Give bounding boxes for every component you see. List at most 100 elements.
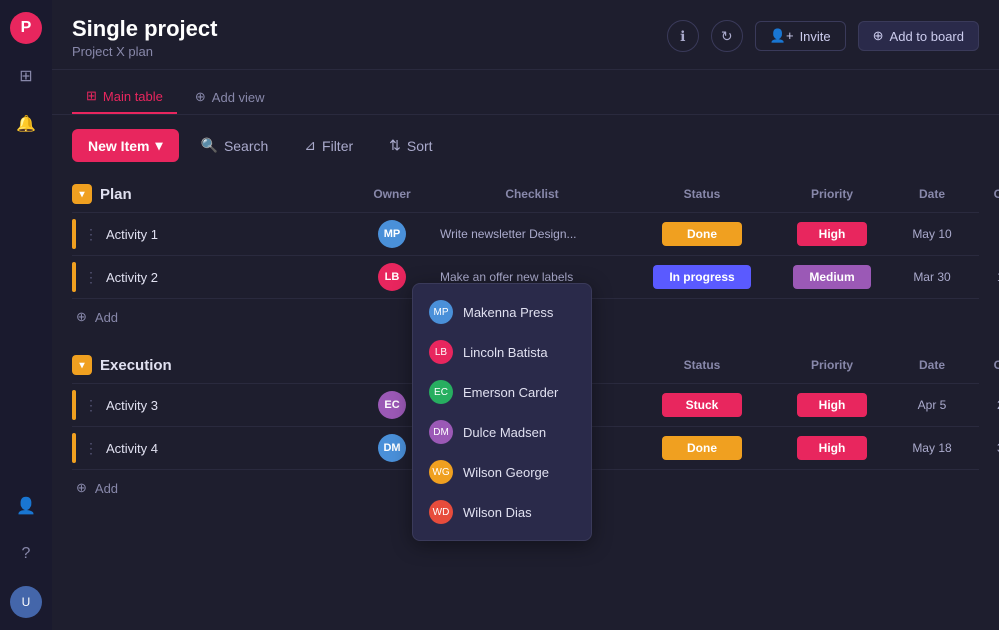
table-area: ▾ Plan Owner Checklist Status Priority D… (52, 176, 999, 630)
add-circle-icon: ⊕ (873, 28, 884, 44)
priority-badge[interactable]: High (797, 393, 867, 417)
project-title: Single project (72, 16, 217, 42)
col-priority-exec: Priority (772, 358, 892, 372)
row-activity-name[interactable]: Activity 3 (106, 398, 158, 413)
dropdown-avatar: WG (429, 460, 453, 484)
add-view-icon: ⊕ (195, 89, 206, 105)
sort-button[interactable]: ⇅ Sort (375, 129, 446, 162)
dropdown-avatar: WD (429, 500, 453, 524)
col-date-exec: Date (892, 358, 972, 372)
group-plan-header: ▾ Plan Owner Checklist Status Priority D… (72, 176, 979, 213)
col-checklist: Checklist (432, 187, 632, 201)
new-item-button[interactable]: New Item ▾ (72, 129, 179, 162)
cost-value: 2,200 (972, 398, 999, 412)
add-to-board-button[interactable]: ⊕ Add to board (858, 21, 979, 51)
owner-avatar[interactable]: LB (378, 263, 406, 291)
status-badge[interactable]: In progress (653, 265, 750, 289)
header-left: Single project Project X plan (72, 16, 217, 59)
dropdown-user-name[interactable]: Dulce Madsen (463, 425, 546, 440)
toolbar: New Item ▾ 🔍 Search ⊿ Filter ⇅ Sort (52, 115, 999, 176)
row-activity-name[interactable]: Activity 1 (106, 227, 158, 242)
dropdown-user-name[interactable]: Wilson George (463, 465, 549, 480)
row-color-indicator (72, 390, 76, 420)
col-owner: Owner (352, 187, 432, 201)
dropdown-avatar: LB (429, 340, 453, 364)
sidebar-icon-grid[interactable]: ⊞ (10, 60, 42, 92)
chevron-down-icon: ▾ (155, 137, 162, 154)
add-view-button[interactable]: ⊕ Add view (181, 81, 279, 113)
status-badge[interactable]: Stuck (662, 393, 742, 417)
sidebar-avatar[interactable]: U (10, 586, 42, 618)
col-status: Status (632, 187, 772, 201)
filter-button[interactable]: ⊿ Filter (290, 129, 367, 162)
col-status-exec: Status (632, 358, 772, 372)
view-tabs: ⊞ Main table ⊕ Add view (52, 70, 999, 115)
drag-handle[interactable]: ⋮ (84, 269, 98, 286)
dropdown-item[interactable]: LB Lincoln Batista (413, 332, 591, 372)
drag-handle[interactable]: ⋮ (84, 440, 98, 457)
col-cost: Cost/$ (972, 187, 999, 201)
group-plan-collapse[interactable]: ▾ (72, 184, 92, 204)
filter-icon: ⊿ (304, 137, 316, 154)
date-value: May 18 (892, 441, 972, 455)
owner-avatar[interactable]: EC (378, 391, 406, 419)
col-priority: Priority (772, 187, 892, 201)
table-icon: ⊞ (86, 88, 97, 104)
group-execution-label: Execution (100, 357, 172, 374)
refresh-button[interactable]: ↻ (711, 20, 743, 52)
dropdown-user-name[interactable]: Emerson Carder (463, 385, 558, 400)
dropdown-item[interactable]: EC Emerson Carder (413, 372, 591, 412)
dropdown-item[interactable]: DM Dulce Madsen (413, 412, 591, 452)
dropdown-item[interactable]: WD Wilson Dias (413, 492, 591, 532)
owner-dropdown[interactable]: MP Makenna Press LB Lincoln Batista EC E… (412, 283, 592, 541)
cost-value: 3,250 (972, 441, 999, 455)
date-value: Mar 30 (892, 270, 972, 284)
row-color-indicator (72, 433, 76, 463)
priority-badge[interactable]: High (797, 436, 867, 460)
header: Single project Project X plan ℹ ↻ 👤+ Inv… (52, 0, 999, 70)
dropdown-item[interactable]: MP Makenna Press (413, 292, 591, 332)
cost-value: 800 (972, 227, 999, 241)
sidebar-icon-person[interactable]: 👤 (10, 490, 42, 522)
add-circle-icon: ⊕ (76, 480, 87, 496)
checklist-text: Write newsletter Design... (432, 227, 632, 241)
dropdown-user-name[interactable]: Makenna Press (463, 305, 553, 320)
drag-handle[interactable]: ⋮ (84, 397, 98, 414)
sort-icon: ⇅ (389, 137, 401, 154)
row-activity-name[interactable]: Activity 4 (106, 441, 158, 456)
tab-main-table[interactable]: ⊞ Main table (72, 80, 177, 114)
owner-avatar[interactable]: DM (378, 434, 406, 462)
project-subtitle: Project X plan (72, 44, 217, 59)
app-logo[interactable]: P (10, 12, 42, 44)
dropdown-item[interactable]: WG Wilson George (413, 452, 591, 492)
add-circle-icon: ⊕ (76, 309, 87, 325)
row-color-indicator (72, 262, 76, 292)
date-value: Apr 5 (892, 398, 972, 412)
group-plan-label: Plan (100, 186, 132, 203)
dropdown-avatar: EC (429, 380, 453, 404)
drag-handle[interactable]: ⋮ (84, 226, 98, 243)
group-execution-collapse[interactable]: ▾ (72, 355, 92, 375)
status-badge[interactable]: Done (662, 436, 742, 460)
sidebar-icon-bell[interactable]: 🔔 (10, 108, 42, 140)
search-button[interactable]: 🔍 Search (187, 129, 283, 162)
invite-button[interactable]: 👤+ Invite (755, 21, 846, 51)
row-color-indicator (72, 219, 76, 249)
header-actions: ℹ ↻ 👤+ Invite ⊕ Add to board (667, 16, 979, 52)
table-row: ⋮ Activity 2 LB MP Makenna Press LB (72, 256, 979, 299)
dropdown-user-name[interactable]: Wilson Dias (463, 505, 532, 520)
priority-badge[interactable]: Medium (793, 265, 870, 289)
owner-avatar[interactable]: MP (378, 220, 406, 248)
dropdown-avatar: DM (429, 420, 453, 444)
info-button[interactable]: ℹ (667, 20, 699, 52)
col-date: Date (892, 187, 972, 201)
dropdown-user-name[interactable]: Lincoln Batista (463, 345, 548, 360)
sidebar-icon-help[interactable]: ? (10, 538, 42, 570)
date-value: May 10 (892, 227, 972, 241)
status-badge[interactable]: Done (662, 222, 742, 246)
row-activity-name[interactable]: Activity 2 (106, 270, 158, 285)
dropdown-avatar: MP (429, 300, 453, 324)
priority-badge[interactable]: High (797, 222, 867, 246)
sidebar: P ⊞ 🔔 👤 ? U (0, 0, 52, 630)
group-plan: ▾ Plan Owner Checklist Status Priority D… (72, 176, 979, 335)
